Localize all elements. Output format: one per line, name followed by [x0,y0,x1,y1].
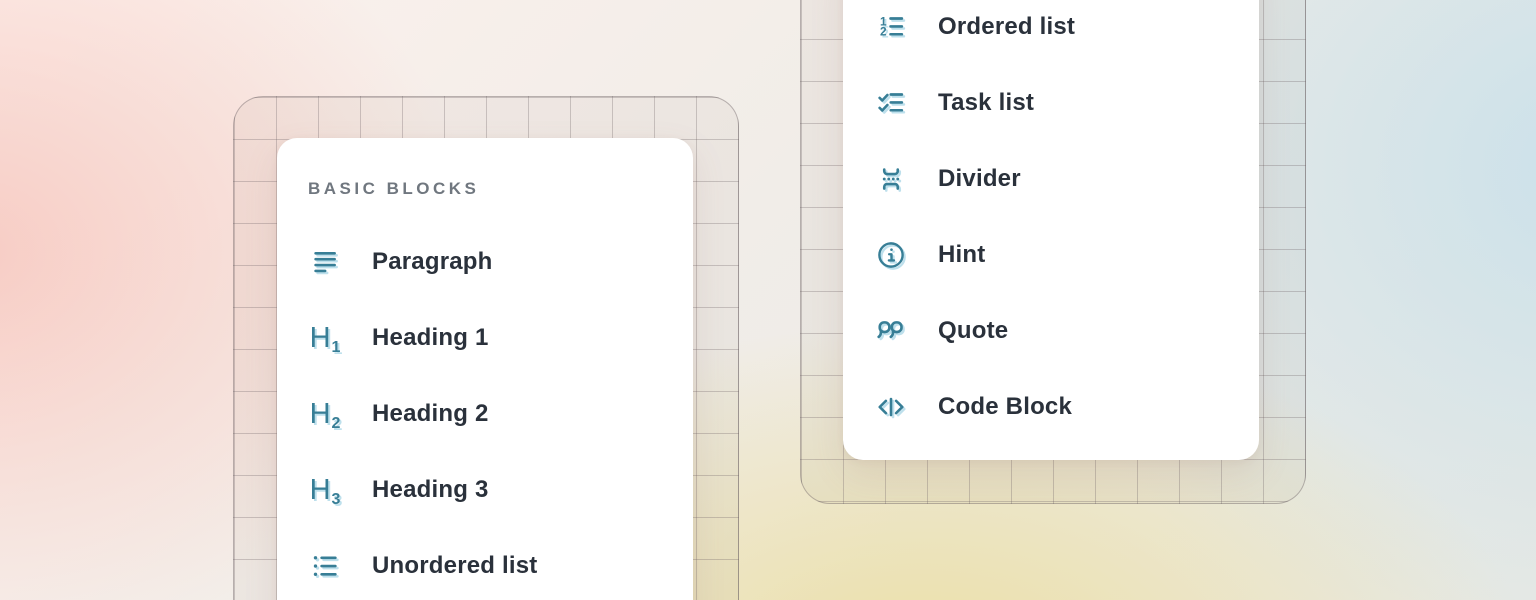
menu-item-heading-2[interactable]: H2 Heading 2 [277,376,693,452]
ordered-list-icon: 12 [874,10,908,44]
menu-item-label: Divider [938,165,1021,193]
quote-icon [874,314,908,348]
insert-blocks-items: 12 Ordered list Task list Divider Hint Quote C… [843,0,1259,445]
menu-item-heading-1[interactable]: H1 Heading 1 [277,300,693,376]
menu-item-label: Heading 1 [372,324,489,352]
divider-icon [874,162,908,196]
menu-item-label: Task list [938,89,1034,117]
menu-item-label: Code Block [938,393,1072,421]
menu-item-task-list[interactable]: Task list [843,65,1259,141]
hint-icon [874,238,908,272]
insert-blocks-menu: 12 Ordered list Task list Divider Hint Quote C… [843,0,1259,460]
menu-item-code-block[interactable]: Code Block [843,369,1259,445]
menu-item-divider[interactable]: Divider [843,141,1259,217]
paragraph-icon [308,245,342,279]
menu-item-label: Quote [938,317,1008,345]
code-block-icon [874,390,908,424]
menu-item-quote[interactable]: Quote [843,293,1259,369]
svg-text:2: 2 [880,25,887,39]
menu-item-unordered-list[interactable]: Unordered list [277,528,693,600]
task-list-icon [874,86,908,120]
menu-item-label: Hint [938,241,985,269]
heading-2-icon: H2 [308,397,342,431]
heading-3-icon: H3 [308,473,342,507]
menu-item-ordered-list[interactable]: 12 Ordered list [843,0,1259,65]
menu-item-heading-3[interactable]: H3 Heading 3 [277,452,693,528]
menu-section-header: BASIC BLOCKS [308,178,693,199]
menu-item-paragraph[interactable]: Paragraph [277,224,693,300]
basic-blocks-items: Paragraph H1 Heading 1 H2 Heading 2 H3 Heading… [277,224,693,600]
menu-item-hint[interactable]: Hint [843,217,1259,293]
basic-blocks-menu: BASIC BLOCKS Paragraph H1 Heading 1 H2 Headi… [277,138,693,600]
heading-1-icon: H1 [308,321,342,355]
menu-item-label: Unordered list [372,552,538,580]
menu-item-label: Heading 2 [372,400,489,428]
menu-item-label: Paragraph [372,248,493,276]
menu-item-label: Ordered list [938,13,1075,41]
block-menu-hero: BASIC BLOCKS Paragraph H1 Heading 1 H2 Headi… [0,0,1536,600]
menu-item-label: Heading 3 [372,476,489,504]
unordered-list-icon [308,549,342,583]
